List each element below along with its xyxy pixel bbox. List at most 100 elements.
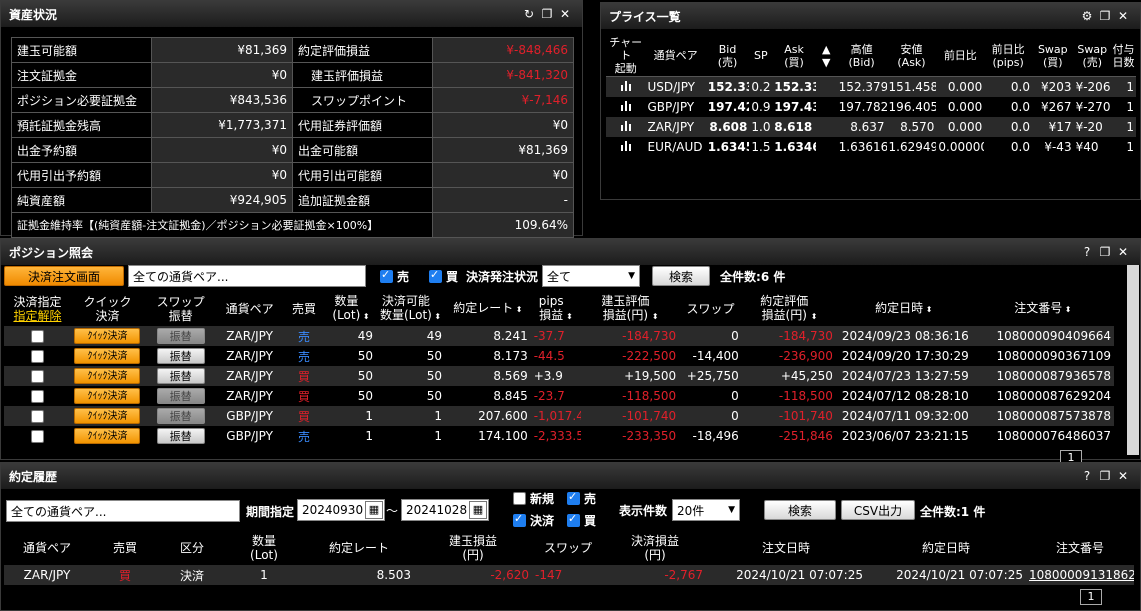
close-icon[interactable]: ✕ xyxy=(1114,9,1132,23)
history-header[interactable]: 約定レート xyxy=(304,531,414,565)
swap-transfer-button[interactable]: 振替 xyxy=(156,328,205,344)
cancel-selection-link[interactable]: 指定解除 xyxy=(13,309,61,323)
chart-icon[interactable] xyxy=(606,96,646,117)
date-from-input[interactable]: 20240930 ▦ xyxy=(297,499,385,521)
close-icon[interactable]: ✕ xyxy=(1114,469,1132,483)
quick-settle-button[interactable]: ｸｲｯｸ決済 xyxy=(74,328,141,344)
position-search-button[interactable]: 検索 xyxy=(652,266,711,286)
price-header[interactable]: 通貨ペア xyxy=(645,35,706,77)
chart-icon[interactable] xyxy=(606,76,646,97)
close-icon[interactable]: ✕ xyxy=(556,7,574,21)
restore-icon[interactable]: ❐ xyxy=(1096,469,1114,483)
price-header[interactable]: 前日比 (pips) xyxy=(984,35,1033,77)
settle-select-checkbox[interactable] xyxy=(30,430,44,443)
swap-transfer-button[interactable]: 振替 xyxy=(156,348,205,364)
sort-icon[interactable]: ⬍ xyxy=(649,312,659,321)
history-page-number[interactable]: 1 xyxy=(1080,589,1102,605)
history-header[interactable]: 約定日時 xyxy=(866,531,1026,565)
sort-icon[interactable]: ⬍ xyxy=(808,312,818,321)
price-row[interactable]: EUR/AUD1.634521.51.63461.636161.629490.0… xyxy=(606,136,1136,157)
show-count-select[interactable]: 20件 ▼ xyxy=(672,499,740,521)
price-header[interactable]: Bid (売) xyxy=(705,35,750,77)
history-header[interactable]: 区分 xyxy=(160,531,224,565)
restore-icon[interactable]: ❐ xyxy=(538,7,556,21)
position-header[interactable]: 建玉評価 損益(円) ⬍ xyxy=(581,292,679,326)
sell-checkbox[interactable] xyxy=(380,268,393,283)
sort-icon[interactable]: ⬍ xyxy=(923,305,933,314)
price-header[interactable]: 高値 (Bid) xyxy=(836,35,887,77)
sort-icon[interactable]: ⬍ xyxy=(564,312,573,321)
restore-icon[interactable]: ❐ xyxy=(1096,9,1114,23)
history-header[interactable]: 売買 xyxy=(90,531,160,565)
sort-icon[interactable]: ⬍ xyxy=(360,312,370,321)
position-header[interactable]: 約定評価 損益(円) ⬍ xyxy=(742,292,836,326)
settle-checkbox[interactable] xyxy=(513,512,526,527)
history-buy-checkbox[interactable] xyxy=(567,512,580,527)
quick-settle-button[interactable]: ｸｲｯｸ決済 xyxy=(74,428,141,444)
position-pair-select[interactable]: 全ての通貨ペア... xyxy=(128,265,366,287)
swap-transfer-button[interactable]: 振替 xyxy=(156,388,205,404)
history-sell-checkbox[interactable] xyxy=(567,490,580,505)
settle-select-checkbox[interactable] xyxy=(30,410,44,423)
settle-select-checkbox[interactable] xyxy=(30,350,44,363)
settle-order-button[interactable]: 決済注文画面 xyxy=(4,266,124,286)
price-header[interactable]: 前日比 xyxy=(936,35,985,77)
close-icon[interactable]: ✕ xyxy=(1114,245,1132,259)
sort-icon[interactable]: ⬍ xyxy=(513,305,523,314)
swap-transfer-button[interactable]: 振替 xyxy=(156,428,205,444)
chart-icon[interactable] xyxy=(606,136,646,157)
help-icon[interactable]: ? xyxy=(1078,469,1096,483)
position-header[interactable]: 通貨ペア xyxy=(217,292,282,326)
refresh-icon[interactable]: ↻ xyxy=(520,7,538,21)
price-header[interactable]: ▲ ▼ xyxy=(815,35,837,77)
price-header[interactable]: Ask (買) xyxy=(772,35,816,77)
history-header[interactable]: 数量 (Lot) xyxy=(224,531,304,565)
calendar-icon[interactable]: ▦ xyxy=(365,501,383,519)
sort-icon[interactable]: ⬍ xyxy=(432,312,441,321)
help-icon[interactable]: ? xyxy=(1078,245,1096,259)
csv-export-button[interactable]: CSV出力 xyxy=(841,500,915,520)
history-order-number[interactable]: 108000091318624 xyxy=(1026,565,1134,585)
quick-settle-button[interactable]: ｸｲｯｸ決済 xyxy=(74,388,141,404)
history-header[interactable]: 注文日時 xyxy=(706,531,866,565)
swap-transfer-button[interactable]: 振替 xyxy=(156,368,205,384)
price-header[interactable]: 付与 日数 xyxy=(1110,35,1136,77)
price-header[interactable]: SP xyxy=(749,35,773,77)
chart-icon[interactable] xyxy=(606,116,646,137)
position-header[interactable]: 約定日時 ⬍ xyxy=(836,292,972,326)
quick-settle-button[interactable]: ｸｲｯｸ決済 xyxy=(74,408,141,424)
position-header[interactable]: 約定レート ⬍ xyxy=(445,292,531,326)
buy-checkbox[interactable] xyxy=(429,268,443,283)
calendar-icon[interactable]: ▦ xyxy=(469,501,487,519)
position-header[interactable]: 決済可能 数量(Lot) ⬍ xyxy=(376,292,445,326)
gear-icon[interactable]: ⚙ xyxy=(1078,9,1096,23)
status-select[interactable]: 全て ▼ xyxy=(542,265,641,287)
price-header[interactable]: Swap (売) xyxy=(1073,35,1111,77)
history-header[interactable]: スワップ xyxy=(532,531,604,565)
price-header[interactable]: チャート 起動 xyxy=(606,35,646,77)
position-header[interactable]: pips 損益 ⬍ xyxy=(531,292,581,326)
history-header[interactable]: 注文番号 xyxy=(1026,531,1134,565)
position-scrollbar[interactable] xyxy=(1127,265,1139,455)
quick-settle-button[interactable]: ｸｲｯｸ決済 xyxy=(74,368,141,384)
price-header[interactable]: 安値 (Ask) xyxy=(886,35,937,77)
price-header[interactable]: Swap (買) xyxy=(1032,35,1074,77)
price-row[interactable]: GBP/JPY197.4260.9197.43197.782196.4050.0… xyxy=(606,96,1136,117)
price-row[interactable]: ZAR/JPY 8.608 1.0 8.618 8.637 8.570 0.000 0.0 ¥1… xyxy=(606,116,1136,137)
position-header[interactable]: スワップ xyxy=(679,292,742,326)
history-header[interactable]: 通貨ペア xyxy=(4,531,90,565)
restore-icon[interactable]: ❐ xyxy=(1096,245,1114,259)
history-pair-select[interactable]: 全ての通貨ペア... xyxy=(6,500,240,522)
price-row[interactable]: USD/JPY152.3310.2152.33152.379151.4580.0… xyxy=(606,76,1136,97)
history-search-button[interactable]: 検索 xyxy=(764,500,836,520)
date-to-input[interactable]: 20241028 ▦ xyxy=(401,499,489,521)
history-header[interactable]: 決済損益 (円) xyxy=(604,531,706,565)
sort-icon[interactable]: ⬍ xyxy=(1062,305,1072,314)
position-header[interactable]: 数量 (Lot) ⬍ xyxy=(326,292,376,326)
position-header[interactable]: 売買 xyxy=(282,292,326,326)
settle-select-checkbox[interactable] xyxy=(30,390,44,403)
quick-settle-button[interactable]: ｸｲｯｸ決済 xyxy=(74,348,141,364)
new-checkbox[interactable] xyxy=(513,492,526,505)
position-header[interactable]: 注文番号 ⬍ xyxy=(972,292,1114,326)
swap-transfer-button[interactable]: 振替 xyxy=(156,408,205,424)
